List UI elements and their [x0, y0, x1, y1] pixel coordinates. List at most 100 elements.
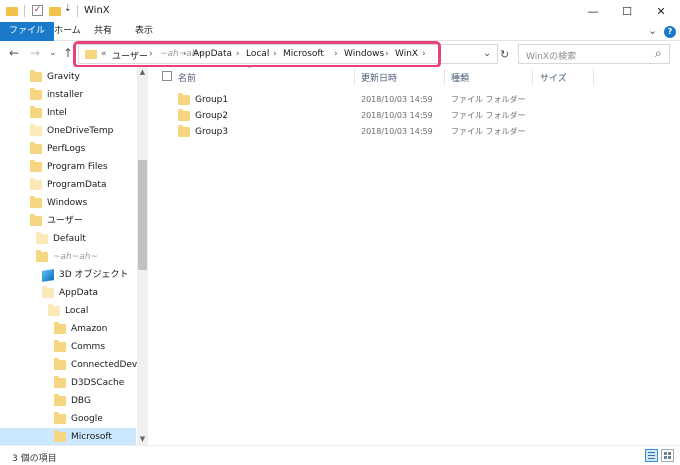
- folder-icon: [30, 214, 42, 226]
- title-bar: ✓ ⇣ WinX — ☐ ✕: [0, 0, 680, 22]
- back-arrow-icon[interactable]: ←: [9, 46, 19, 60]
- tree-item-label: ~ah~ah~: [53, 252, 99, 262]
- scroll-up-arrow[interactable]: ▲: [137, 67, 148, 77]
- folder-icon: [178, 109, 190, 121]
- tree-item[interactable]: Windows: [30, 194, 87, 212]
- column-divider[interactable]: [532, 69, 533, 85]
- tree-item[interactable]: Gravity: [30, 68, 80, 86]
- item-count: 3 個の項目: [12, 454, 57, 464]
- column-header-size[interactable]: サイズ: [540, 71, 567, 84]
- address-dropdown-icon[interactable]: ⌄: [483, 48, 491, 59]
- tree-item-label: Intel: [47, 108, 67, 118]
- folder-icon: [36, 250, 48, 262]
- sort-ascending-icon: ⌃: [246, 65, 253, 74]
- scroll-down-arrow[interactable]: ▼: [137, 434, 148, 444]
- tree-item-label: Microsoft: [71, 432, 112, 442]
- tree-item[interactable]: Local: [48, 302, 88, 320]
- forward-arrow-icon[interactable]: →: [30, 46, 40, 60]
- folder-icon: [42, 286, 54, 298]
- navigation-pane: Gravity installer Intel OneDriveTemp PerfLog…: [0, 67, 148, 445]
- folder-icon: [178, 125, 190, 137]
- tree-item[interactable]: 3D オブジェクト: [42, 266, 129, 284]
- tree-item[interactable]: ~ah~ah~: [36, 248, 98, 266]
- file-modified: 2018/10/03 14:59: [361, 111, 433, 120]
- quick-access-dropdown-icon[interactable]: ⇣: [64, 4, 72, 14]
- tree-item[interactable]: DBG: [54, 392, 91, 410]
- ribbon-expand-icon[interactable]: ⌄: [648, 24, 657, 37]
- column-divider[interactable]: [444, 69, 445, 85]
- folder-icon: [30, 88, 42, 100]
- new-folder-icon[interactable]: [49, 7, 61, 16]
- properties-check-icon[interactable]: ✓: [32, 5, 43, 16]
- folder-icon: [30, 196, 42, 208]
- search-icon[interactable]: ⌕: [655, 46, 662, 61]
- file-name: Group2: [195, 111, 229, 121]
- tree-item[interactable]: ユーザー: [30, 212, 83, 230]
- tab-home[interactable]: ホーム: [45, 22, 90, 41]
- folder-icon: [178, 93, 190, 105]
- search-input[interactable]: WinXの検索 ⌕: [518, 44, 670, 64]
- tree-item-label: ユーザー: [47, 216, 83, 226]
- file-type: ファイル フォルダー: [451, 127, 526, 136]
- tree-item[interactable]: Amazon: [54, 320, 107, 338]
- folder-icon: [54, 412, 66, 424]
- file-row[interactable]: Group3 2018/10/03 14:59 ファイル フォルダー: [178, 124, 598, 140]
- tree-item[interactable]: Microsoft: [54, 428, 112, 445]
- toolbar-divider: [77, 5, 78, 17]
- large-icons-view-icon[interactable]: [661, 449, 674, 462]
- folder-icon: [30, 142, 42, 154]
- tree-item[interactable]: AppData: [42, 284, 98, 302]
- folder-icon: [54, 430, 66, 442]
- scrollbar-thumb[interactable]: [138, 160, 147, 270]
- tree-item-label: Program Files: [47, 162, 108, 172]
- tree-item[interactable]: D3DSCache: [54, 374, 124, 392]
- status-bar: 3 個の項目: [0, 445, 680, 465]
- address-row: ← → ⌄ ↑ « ユーザー › ~ah~ah~ › AppData › Loc…: [0, 41, 680, 68]
- tree-item[interactable]: Program Files: [30, 158, 108, 176]
- tab-share[interactable]: 共有: [85, 22, 121, 41]
- tree-item[interactable]: Comms: [54, 338, 105, 356]
- window-title: WinX: [84, 5, 110, 16]
- tab-view[interactable]: 表示: [126, 22, 162, 41]
- file-type: ファイル フォルダー: [451, 95, 526, 104]
- column-header-name[interactable]: 名前: [178, 71, 196, 84]
- toolbar-divider: [24, 5, 25, 17]
- tree-item[interactable]: ProgramData: [30, 176, 106, 194]
- tree-item[interactable]: Default: [36, 230, 86, 248]
- column-header-modified[interactable]: 更新日時: [361, 71, 397, 84]
- file-name: Group3: [195, 127, 229, 137]
- tree-item[interactable]: ConnectedDevice: [54, 356, 148, 374]
- minimize-button[interactable]: —: [576, 0, 610, 22]
- file-row[interactable]: Group2 2018/10/03 14:59 ファイル フォルダー: [178, 108, 598, 124]
- recent-locations-dropdown-icon[interactable]: ⌄: [49, 48, 57, 58]
- folder-icon: [36, 232, 48, 244]
- folder-icon: [54, 358, 66, 370]
- file-name: Group1: [195, 95, 229, 105]
- tree-item-label: Gravity: [47, 72, 80, 82]
- folder-icon: [30, 160, 42, 172]
- tree-item[interactable]: PerfLogs: [30, 140, 85, 158]
- folder-icon: [30, 70, 42, 82]
- folder-icon: [30, 124, 42, 136]
- search-placeholder: WinXの検索: [526, 52, 577, 62]
- tree-item[interactable]: OneDriveTemp: [30, 122, 113, 140]
- details-view-icon[interactable]: [645, 449, 658, 462]
- close-button[interactable]: ✕: [644, 0, 678, 22]
- tree-item[interactable]: Google: [54, 410, 103, 428]
- tree-item[interactable]: Intel: [30, 104, 67, 122]
- ribbon-tabs: ファイル ホーム 共有 表示 ⌄ ?: [0, 22, 680, 41]
- column-divider[interactable]: [354, 69, 355, 85]
- tree-item[interactable]: installer: [30, 86, 83, 104]
- help-icon[interactable]: ?: [664, 26, 676, 38]
- tree-item-label: D3DSCache: [71, 378, 125, 388]
- tree-item-label: Default: [53, 234, 86, 244]
- column-divider[interactable]: [593, 69, 594, 85]
- select-all-checkbox[interactable]: [162, 71, 172, 81]
- column-header-type[interactable]: 種類: [451, 71, 469, 84]
- file-row[interactable]: Group1 2018/10/03 14:59 ファイル フォルダー: [178, 92, 598, 108]
- refresh-icon[interactable]: ↻: [500, 48, 509, 61]
- folder-icon: [54, 376, 66, 388]
- up-arrow-icon[interactable]: ↑: [63, 46, 73, 60]
- tree-item-label: installer: [47, 90, 84, 100]
- maximize-button[interactable]: ☐: [610, 0, 644, 22]
